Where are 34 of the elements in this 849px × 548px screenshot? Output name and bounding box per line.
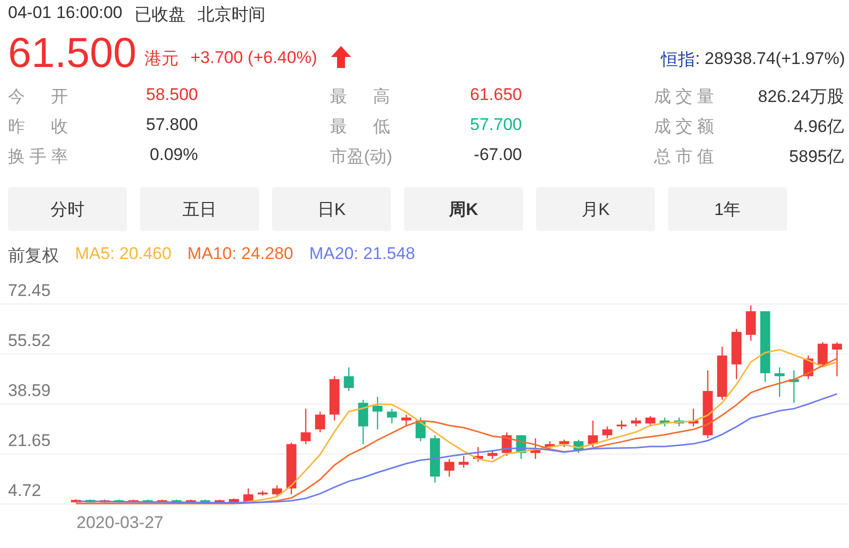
legend-label: MA10: 24.280 — [187, 244, 294, 265]
market-status: 已收盘 — [134, 4, 186, 26]
price-change: +3.700 (+6.40%) — [190, 48, 318, 68]
stat-label: 最 低 — [330, 116, 390, 137]
legend-label: MA20: 21.548 — [309, 244, 416, 265]
stat-value: 0.09% — [150, 145, 198, 166]
quote-time: 04-01 16:00:00 — [8, 3, 122, 24]
axis-label: 72.45 — [8, 281, 51, 300]
stat-label: 今 开 — [8, 86, 68, 107]
axis-label: 38.59 — [8, 380, 51, 400]
stat-value: 61.650 — [470, 85, 522, 106]
stat-label: 最 高 — [330, 86, 390, 107]
date-label: 2020-03-27 — [76, 513, 164, 532]
stat-value: 5895亿 — [789, 146, 844, 167]
axis-label: 55.52 — [8, 331, 51, 350]
stat-label: 市盈(动) — [330, 146, 390, 167]
stat-label: 成交额 — [654, 116, 714, 137]
index-value: : 28938.74(+1.97%) — [695, 49, 845, 69]
axis-label: 4.72 — [8, 481, 42, 500]
currency-label: 港元 — [144, 48, 178, 70]
stat-label: 成交量 — [654, 86, 714, 107]
stat-label: 换手率 — [8, 146, 68, 167]
stat-value: 58.500 — [146, 85, 198, 106]
stat-value: 4.96亿 — [794, 116, 844, 137]
stat-label: 总市值 — [654, 146, 714, 167]
stat-value: -67.00 — [474, 145, 522, 166]
timezone-label: 北京时间 — [197, 4, 266, 26]
stat-value: 57.800 — [146, 115, 198, 136]
stock-price: 61.500 — [8, 32, 136, 74]
stat-value: 57.700 — [470, 115, 522, 136]
stat-value: 826.24万股 — [758, 86, 844, 107]
axis-label: 21.65 — [8, 431, 51, 450]
stat-label: 昨 收 — [8, 116, 68, 137]
legend-label: MA5: 20.460 — [75, 244, 172, 265]
